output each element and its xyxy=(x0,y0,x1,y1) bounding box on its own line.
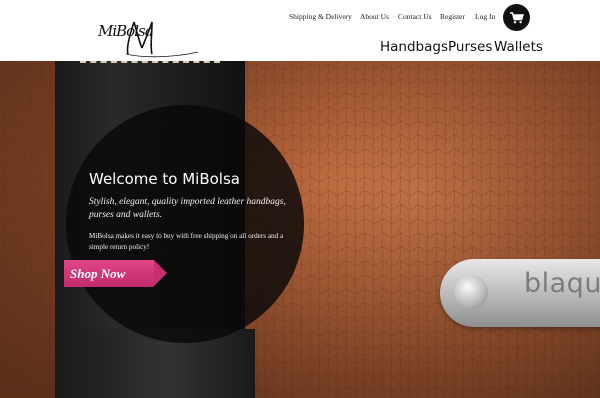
shop-now-button[interactable]: Shop Now xyxy=(64,260,154,287)
cart-button[interactable] xyxy=(503,4,530,31)
hero-description: MiBolsa makes it easy to buy with free s… xyxy=(89,232,284,251)
nav-register[interactable]: Register xyxy=(440,12,465,21)
logo-wordmark: MiBolsa xyxy=(98,22,154,40)
shop-now-arrow[interactable] xyxy=(154,260,167,286)
strap-stitching xyxy=(80,61,220,77)
hero-banner: blaqu Welcome to MiBolsa Stylish, elegan… xyxy=(0,61,600,398)
plate-engraving: blaqu xyxy=(524,268,600,299)
nav-contact-us[interactable]: Contact Us xyxy=(398,12,432,21)
site-header: MiBolsa Shipping & Delivery About Us Con… xyxy=(0,0,600,61)
nav-about-us[interactable]: About Us xyxy=(360,12,389,21)
hero-overlay-circle xyxy=(66,105,304,343)
hero-title: Welcome to MiBolsa xyxy=(89,170,240,188)
nav-handbags[interactable]: Handbags xyxy=(380,39,448,55)
plate-rivet xyxy=(454,275,488,309)
hero-tagline: Stylish, elegant, quality imported leath… xyxy=(89,197,286,220)
cart-icon xyxy=(509,11,524,23)
nav-shipping-delivery[interactable]: Shipping & Delivery xyxy=(289,12,352,21)
mibolsa-logo[interactable]: MiBolsa xyxy=(62,8,199,58)
nav-purses[interactable]: Purses xyxy=(448,39,492,55)
nav-log-in[interactable]: Log In xyxy=(475,12,495,21)
nav-wallets[interactable]: Wallets xyxy=(494,39,543,55)
